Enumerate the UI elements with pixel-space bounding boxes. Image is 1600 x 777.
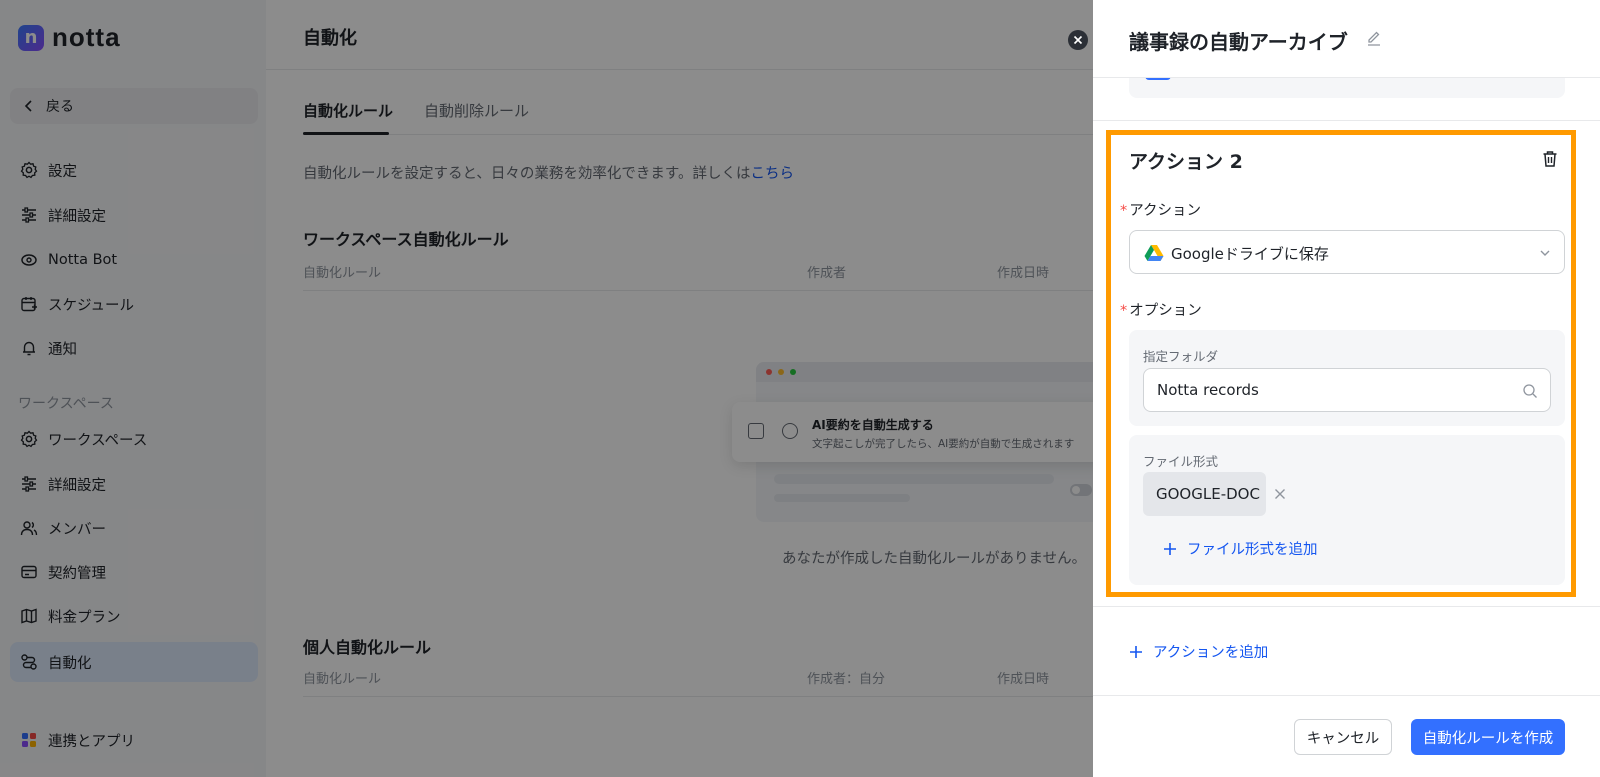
footer-divider <box>1093 695 1600 696</box>
folder-input-value: Notta records <box>1157 381 1259 399</box>
add-file-format-button[interactable]: ファイル形式を追加 <box>1163 538 1318 559</box>
add-action-label: アクションを追加 <box>1153 645 1269 661</box>
folder-input[interactable]: Notta records <box>1143 368 1551 412</box>
action-select-value: Googleドライブに保存 <box>1171 245 1329 263</box>
action-label-text: アクション <box>1129 203 1202 219</box>
option-field-label: * オプション <box>1120 299 1202 320</box>
required-mark: * <box>1120 203 1128 219</box>
section-divider <box>1093 606 1600 607</box>
remove-icon[interactable] <box>1273 487 1287 501</box>
create-rule-button[interactable]: 自動化ルールを作成 <box>1411 719 1565 755</box>
required-mark: * <box>1120 303 1128 319</box>
action-select[interactable]: Googleドライブに保存 <box>1129 230 1565 274</box>
close-drawer-button[interactable] <box>1068 30 1088 50</box>
add-action-button[interactable]: アクションを追加 <box>1129 641 1268 662</box>
cancel-button[interactable]: キャンセル <box>1294 719 1392 755</box>
option-label-text: オプション <box>1129 303 1202 319</box>
section-divider <box>1093 120 1600 121</box>
trash-icon[interactable] <box>1541 150 1559 168</box>
drawer-header: 議事録の自動アーカイブ <box>1093 0 1600 78</box>
drawer-title: 議事録の自動アーカイブ <box>1129 30 1348 54</box>
file-format-chip-label: GOOGLE-DOC <box>1156 485 1260 503</box>
folder-label: 指定フォルダ <box>1143 349 1219 364</box>
file-format-label: ファイル形式 <box>1143 454 1219 469</box>
search-icon[interactable] <box>1522 383 1538 399</box>
plus-icon <box>1130 645 1142 658</box>
close-icon <box>1073 35 1083 45</box>
file-format-chip: GOOGLE-DOC <box>1143 472 1285 516</box>
automation-drawer: 議事録の自動アーカイブ アクション 2 * アクション Googleドライブに保存… <box>1093 0 1600 777</box>
plus-icon <box>1164 542 1176 555</box>
modal-backdrop[interactable] <box>0 0 1093 777</box>
edit-icon[interactable] <box>1365 30 1383 48</box>
google-drive-icon <box>1144 245 1164 261</box>
action-2-title: アクション 2 <box>1129 151 1243 173</box>
add-file-format-label: ファイル形式を追加 <box>1187 542 1318 558</box>
action-field-label: * アクション <box>1120 199 1201 220</box>
chevron-down-icon <box>1540 250 1550 256</box>
